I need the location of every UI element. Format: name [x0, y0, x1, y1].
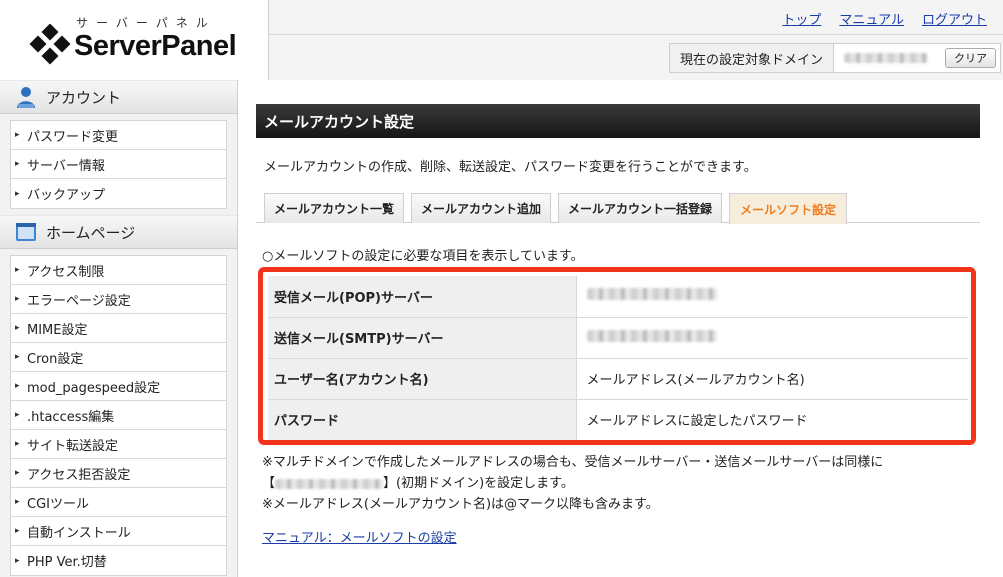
sidebar-item-access-deny[interactable]: ▸ アクセス拒否設定	[11, 459, 226, 488]
table-row: パスワード メールアドレスに設定したパスワード	[268, 399, 968, 440]
mail-settings-table: 受信メール(POP)サーバー 送信メール(SMTP)サーバー ユーザー名(アカウ…	[268, 276, 968, 440]
header-toolbar: トップ マニュアル ログアウト 現在の設定対象ドメイン クリア	[268, 0, 1003, 80]
sidebar-item-label: サーバー情報	[27, 158, 105, 174]
chevron-right-icon: ▸	[15, 323, 20, 333]
sidebar-item-auto-install[interactable]: ▸ 自動インストール	[11, 517, 226, 546]
footnote-prefix: 【	[262, 476, 276, 491]
tab-account-add[interactable]: メールアカウント追加	[411, 193, 551, 223]
top-link[interactable]: トップ	[782, 9, 821, 28]
top-links: トップ マニュアル ログアウト	[782, 9, 987, 28]
sidebar-list-homepage: ▸ アクセス制限 ▸ エラーページ設定 ▸ MIME設定 ▸ Cron設定 ▸ mod_p…	[10, 255, 227, 576]
redacted-initial-domain	[275, 478, 384, 489]
manual-link[interactable]: マニュアル	[839, 9, 904, 28]
redacted-smtp-server	[586, 329, 717, 342]
current-domain-label: 現在の設定対象ドメイン	[670, 44, 835, 72]
sidebar-item-label: エラーページ設定	[27, 293, 131, 309]
chevron-right-icon: ▸	[15, 468, 20, 478]
sidebar-item-label: アクセス拒否設定	[27, 467, 131, 483]
chevron-right-icon: ▸	[15, 439, 20, 449]
logo-text: ServerPanel	[74, 30, 237, 62]
sidebar-item-label: CGIツール	[27, 496, 89, 512]
row-key-pop: 受信メール(POP)サーバー	[268, 276, 577, 318]
sidebar-item-site-redirect[interactable]: ▸ サイト転送設定	[11, 430, 226, 459]
page: サーバーパネル ServerPanel トップ マニュアル ログアウト 現在の設…	[0, 0, 1003, 577]
row-value-smtp	[576, 317, 968, 359]
sidebar-item-php-version[interactable]: ▸ PHP Ver.切替	[11, 546, 226, 575]
mail-software-manual-link[interactable]: マニュアル：メールソフトの設定	[262, 527, 457, 546]
sidebar-item-error-page[interactable]: ▸ エラーページ設定	[11, 285, 226, 314]
sidebar-item-pagespeed[interactable]: ▸ mod_pagespeed設定	[11, 372, 226, 401]
sidebar-item-htaccess[interactable]: ▸ .htaccess編集	[11, 401, 226, 430]
tab-bar: メールアカウント一覧 メールアカウント追加 メールアカウント一括登録 メールソフ…	[256, 193, 980, 224]
footnote-suffix: 】(初期ドメイン)を設定します。	[383, 476, 574, 491]
chevron-right-icon: ▸	[15, 555, 20, 566]
table-row: 受信メール(POP)サーバー	[268, 276, 968, 318]
current-domain-box: 現在の設定対象ドメイン クリア	[669, 43, 1001, 73]
sidebar-item-cgi-tools[interactable]: ▸ CGIツール	[11, 488, 226, 517]
row-key-password: パスワード	[268, 399, 577, 440]
logout-link[interactable]: ログアウト	[922, 9, 987, 28]
footnote-multidomain: ※マルチドメインで作成したメールアドレスの場合も、受信メールサーバー・送信メール…	[262, 455, 884, 470]
sidebar-item-label: Cron設定	[27, 351, 84, 367]
chevron-right-icon: ▸	[15, 410, 20, 420]
sidebar-item-label: 自動インストール	[27, 525, 131, 541]
table-row: ユーザー名(アカウント名) メールアドレス(メールアカウント名)	[268, 358, 968, 400]
sidebar-section-title: ホームページ	[46, 223, 136, 242]
window-icon	[16, 223, 36, 241]
sidebar-item-label: バックアップ	[27, 188, 106, 203]
sidebar-item-access-limit[interactable]: ▸ アクセス制限	[11, 256, 226, 285]
sidebar-item-cron[interactable]: ▸ Cron設定	[11, 343, 226, 372]
chevron-right-icon: ▸	[15, 381, 20, 391]
sidebar-section-account: アカウント	[0, 80, 237, 114]
logo[interactable]: サーバーパネル ServerPanel	[0, 0, 268, 80]
sidebar-section-title: アカウント	[46, 88, 122, 107]
chevron-right-icon: ▸	[15, 188, 20, 199]
person-icon	[17, 87, 35, 108]
sidebar-item-label: サイト転送設定	[27, 438, 119, 454]
footnote-initial-domain: 【 】(初期ドメイン)を設定します。	[262, 473, 883, 494]
sidebar-item-label: mod_pagespeed設定	[27, 380, 161, 396]
sidebar-item-server-info[interactable]: ▸ サーバー情報	[11, 150, 226, 179]
main-content: メールアカウント設定 メールアカウントの作成、削除、転送設定、パスワード変更を行…	[256, 104, 980, 546]
sidebar-item-label: PHP Ver.切替	[27, 555, 107, 570]
sidebar-item-mime[interactable]: ▸ MIME設定	[11, 314, 226, 343]
chevron-right-icon: ▸	[15, 497, 20, 507]
header: サーバーパネル ServerPanel トップ マニュアル ログアウト 現在の設…	[0, 0, 1003, 80]
page-description: メールアカウントの作成、削除、転送設定、パスワード変更を行うことができます。	[264, 160, 757, 175]
row-key-smtp: 送信メール(SMTP)サーバー	[268, 317, 577, 359]
sidebar-item-label: .htaccess編集	[27, 409, 115, 425]
sidebar-item-password[interactable]: ▸ パスワード変更	[11, 121, 226, 150]
header-divider	[269, 34, 1003, 35]
sidebar-section-homepage: ホームページ	[0, 215, 237, 249]
footnote-address-note: ※メールアドレス(メールアカウント名)は@マーク以降も含みます。	[262, 497, 659, 512]
tab-account-list[interactable]: メールアカウント一覧	[264, 193, 404, 223]
sidebar-item-label: MIME設定	[27, 322, 88, 338]
tab-bulk-register[interactable]: メールアカウント一括登録	[558, 193, 722, 223]
redacted-pop-server	[586, 288, 717, 301]
tab-mail-software[interactable]: メールソフト設定	[729, 193, 847, 224]
clear-button[interactable]: クリア	[945, 48, 996, 68]
sidebar-list-account: ▸ パスワード変更 ▸ サーバー情報 ▸ バックアップ	[10, 120, 227, 209]
footnotes: ※マルチドメインで作成したメールアドレスの場合も、受信メールサーバー・送信メール…	[262, 452, 883, 515]
row-value-pop	[576, 276, 968, 318]
diamond-logo-icon	[29, 24, 71, 65]
table-row: 送信メール(SMTP)サーバー	[268, 317, 968, 359]
chevron-right-icon: ▸	[15, 352, 20, 362]
sidebar-item-backup[interactable]: ▸ バックアップ	[11, 179, 226, 208]
chevron-right-icon: ▸	[15, 526, 20, 536]
chevron-right-icon: ▸	[15, 159, 20, 169]
sidebar-item-label: アクセス制限	[27, 264, 105, 280]
row-key-username: ユーザー名(アカウント名)	[268, 358, 577, 400]
chevron-right-icon: ▸	[15, 294, 20, 304]
chevron-right-icon: ▸	[15, 130, 20, 140]
row-value-username: メールアドレス(メールアカウント名)	[576, 358, 968, 400]
sidebar: アカウント ▸ パスワード変更 ▸ サーバー情報 ▸ バックアップ ホームページ ▸ ア…	[0, 80, 238, 577]
page-title: メールアカウント設定	[256, 104, 980, 138]
redacted-domain	[844, 53, 929, 63]
sidebar-item-label: パスワード変更	[27, 129, 119, 145]
row-value-password: メールアドレスに設定したパスワード	[576, 399, 968, 440]
table-intro-note: ○メールソフトの設定に必要な項目を表示しています。	[262, 249, 584, 264]
logo-kana: サーバーパネル	[76, 16, 216, 30]
chevron-right-icon: ▸	[15, 265, 20, 275]
